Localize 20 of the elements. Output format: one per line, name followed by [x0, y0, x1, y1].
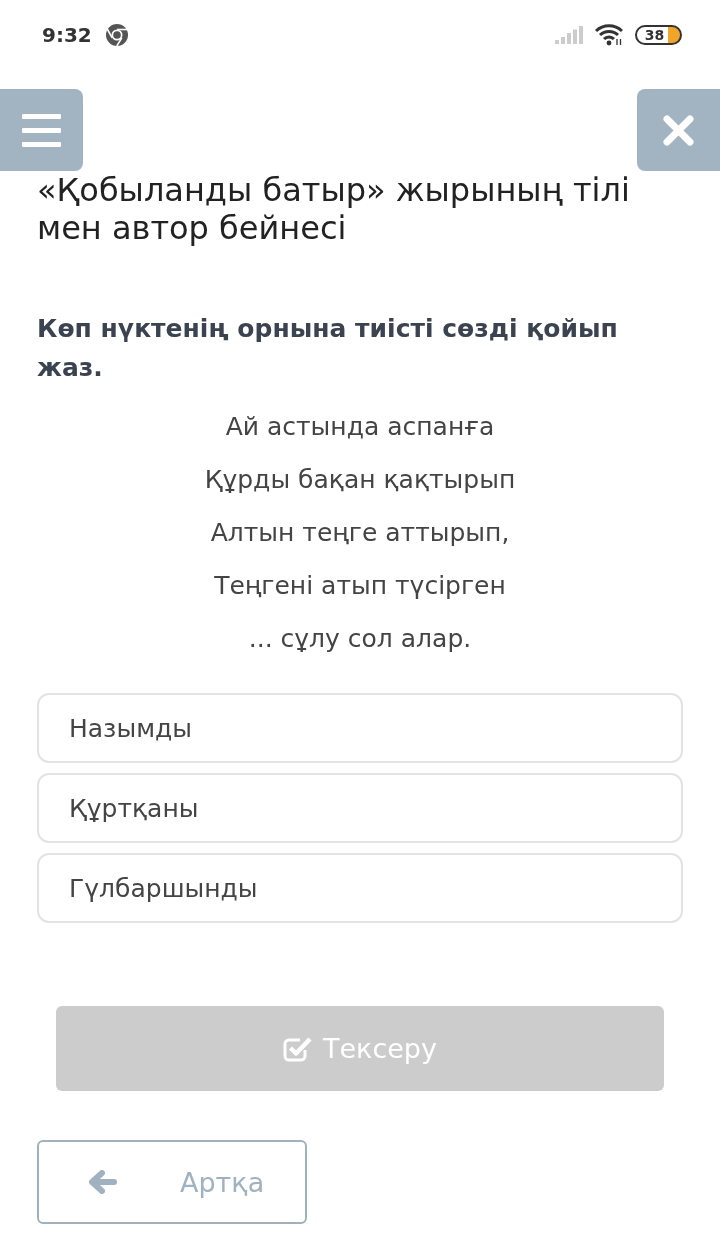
poem-line: Ай астында аспанға [225, 411, 495, 443]
wifi-icon [595, 24, 623, 46]
battery-indicator: 38 [635, 25, 682, 45]
poem-line: Алтын теңге аттырып, [210, 517, 510, 549]
arrow-left-icon [88, 1170, 117, 1194]
poem-line: ... сұлу сол алар. [248, 623, 472, 655]
app-notification-icon [105, 24, 128, 46]
answer-option[interactable]: Гүлбаршынды [37, 853, 683, 923]
menu-button[interactable] [0, 89, 83, 171]
answer-option[interactable]: Назымды [37, 693, 683, 763]
signal-icon [555, 26, 583, 44]
question-instruction: Көп нүктенің орнына тиісті сөзді қойып жаз. [37, 313, 619, 384]
poem-line: Құрды бақан қақтырып [204, 464, 516, 496]
status-time: 9:32 [42, 23, 92, 47]
answer-option[interactable]: Құртқаны [37, 773, 683, 843]
lesson-title: «Қобыланды батыр» жырының тілі мен автор бейнесі [37, 171, 631, 247]
close-button[interactable] [637, 89, 720, 171]
close-icon [663, 114, 694, 146]
menu-icon [22, 113, 61, 147]
poem-line: Теңгені атып түсірген [214, 570, 506, 602]
